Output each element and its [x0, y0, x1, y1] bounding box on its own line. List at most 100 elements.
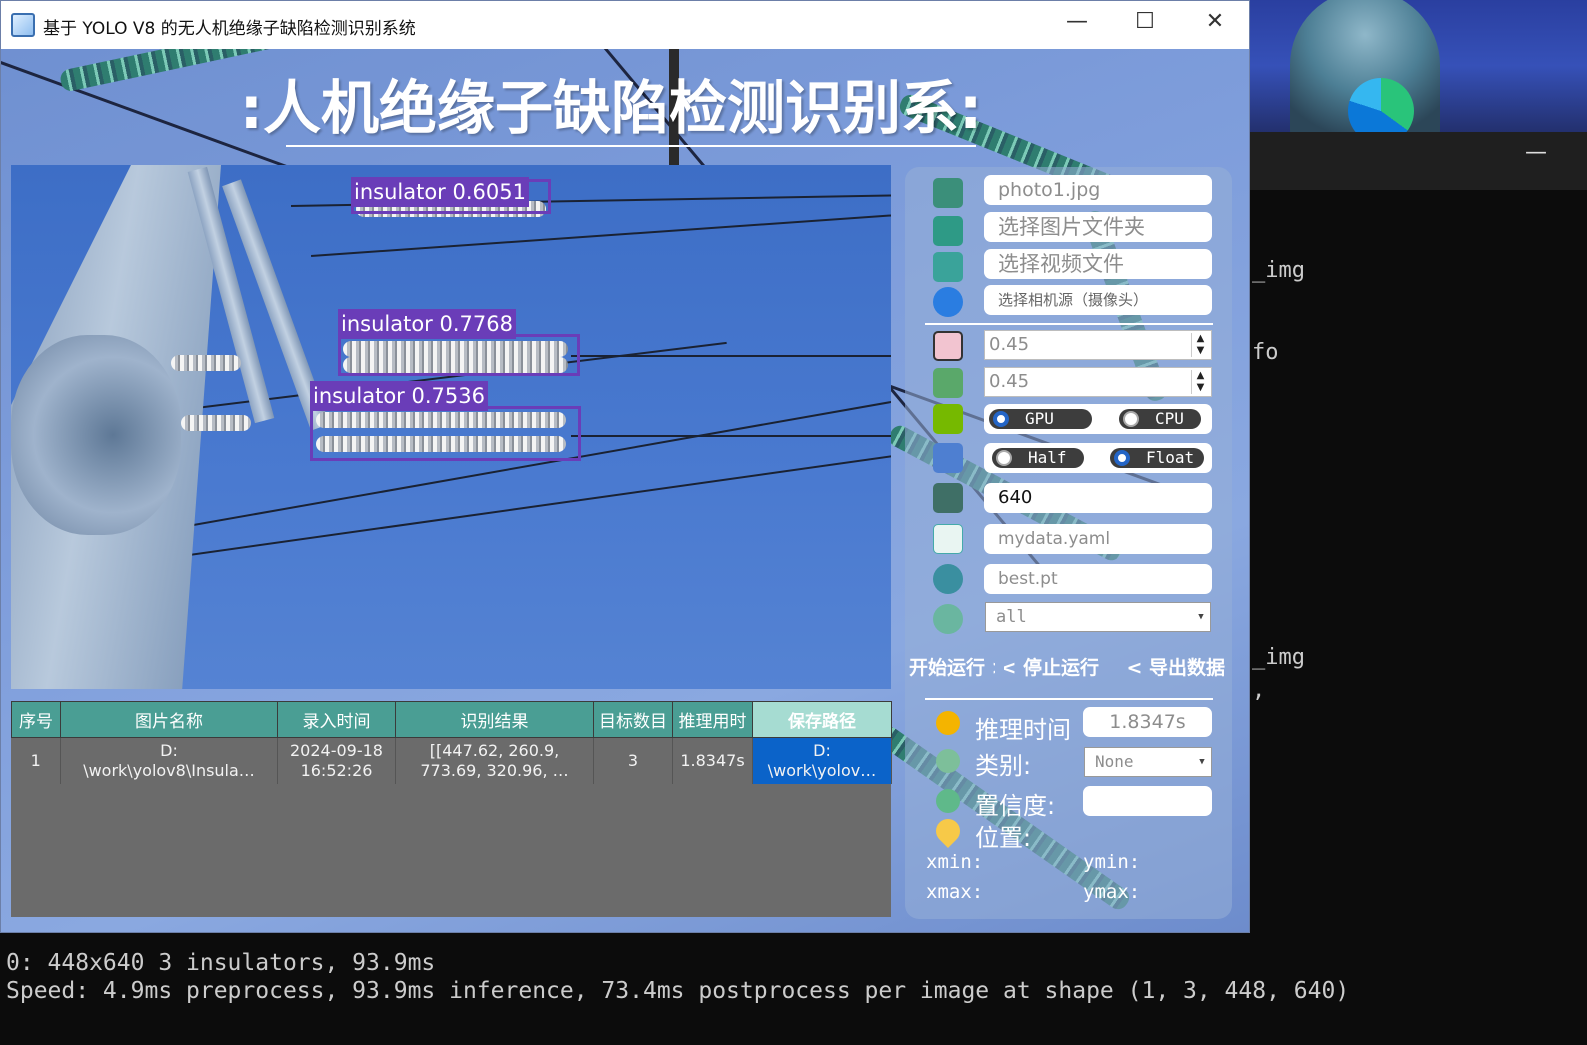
ymax-label: ymax: [1083, 881, 1141, 903]
infer-time-value: 1.8347s [1083, 707, 1212, 737]
power-line [111, 450, 891, 567]
spin-arrows-icon[interactable]: ▲ ▼ [1191, 370, 1209, 394]
tower-ring [11, 335, 181, 535]
class-label: 类别: [975, 752, 1032, 780]
confidence-spinbox[interactable]: 0.45 ▲ ▼ [984, 330, 1212, 360]
precision-selector: Half Float [984, 443, 1212, 473]
gpu-option[interactable]: GPU [989, 409, 1092, 429]
section-divider [925, 698, 1213, 700]
table-header-row: 序号 图片名称 录入时间 识别结果 目标数目 推理用时 保存路径 [11, 701, 892, 738]
folder-icon[interactable] [933, 216, 963, 246]
position-label: 位置: [975, 824, 1032, 852]
cell-text: \work\yolov8\Insula… [83, 760, 255, 780]
minimize-button[interactable]: — [1057, 9, 1097, 34]
column-header[interactable]: 目标数目 [593, 701, 673, 738]
cell-index[interactable]: 1 [11, 737, 61, 784]
half-label: Half [1028, 448, 1067, 467]
column-header[interactable]: 录入时间 [277, 701, 396, 738]
confidence-value: 0.45 [989, 334, 1030, 355]
cell-result[interactable]: [[447.62, 260.9, 773.69, 320.96, … [395, 737, 594, 784]
terminal-text: _img [1252, 258, 1305, 283]
yaml-icon [933, 524, 963, 554]
clock-icon [936, 711, 960, 735]
image-folder-input[interactable]: 选择图片文件夹 [984, 212, 1212, 242]
ymin-label: ymin: [1083, 851, 1141, 873]
radio-selected-icon[interactable] [993, 411, 1009, 427]
infer-time-label: 推理时间 [975, 716, 1071, 744]
cell-infer-time[interactable]: 1.8347s [672, 737, 753, 784]
cell-save-path[interactable]: D: \work\yolov… [752, 737, 892, 784]
window-titlebar: 基于 YOLO V8 的无人机绝缘子缺陷检测识别系统 — ☐ ✕ [1, 1, 1249, 49]
detection-image-view: insulator 0.6051 insulator 0.7768 insula… [11, 165, 891, 689]
results-table: 序号 图片名称 录入时间 识别结果 目标数目 推理用时 保存路径 1 D: \w… [11, 701, 892, 784]
image-size-input[interactable]: 640 [984, 483, 1212, 513]
cell-image-name[interactable]: D: \work\yolov8\Insula… [60, 737, 278, 784]
cell-text: 2024-09-18 [290, 740, 383, 760]
cell-time[interactable]: 2024-09-18 16:52:26 [277, 737, 396, 784]
section-divider [925, 323, 1213, 325]
cell-text: 16:52:26 [300, 760, 373, 780]
camera-source-input[interactable]: 选择相机源（摄像头） [984, 285, 1212, 315]
weights-input[interactable]: best.pt [984, 564, 1212, 594]
image-file-icon[interactable] [933, 178, 963, 208]
data-yaml-input[interactable]: mydata.yaml [984, 524, 1212, 554]
chevron-down-icon[interactable]: ▼ [1195, 752, 1209, 772]
power-line [311, 211, 891, 257]
app-header-title: :人机绝缘子缺陷检测识别系: [239, 74, 983, 141]
precision-icon [933, 443, 963, 473]
video-file-input[interactable]: 选择视频文件 [984, 249, 1212, 279]
camera-icon[interactable] [933, 287, 963, 317]
detection-label: insulator 0.7536 [310, 381, 488, 411]
close-button[interactable]: ✕ [1195, 9, 1235, 34]
detection-box: insulator 0.7768 [338, 309, 580, 376]
confidence-badge-icon [936, 789, 960, 813]
confidence-label: 置信度: [975, 792, 1056, 820]
insulator-string [181, 415, 251, 431]
confidence-icon [933, 331, 963, 361]
image-size-icon [933, 483, 963, 513]
class-icon [936, 749, 960, 773]
column-header[interactable]: 推理用时 [672, 701, 753, 738]
iou-spinbox[interactable]: 0.45 ▲ ▼ [984, 367, 1212, 397]
confidence-value-field [1083, 786, 1212, 816]
header-divider [286, 145, 976, 147]
column-header[interactable]: 保存路径 [752, 701, 892, 738]
radio-unselected-icon[interactable] [1123, 411, 1139, 427]
app-icon [11, 13, 35, 37]
half-option[interactable]: Half [992, 448, 1084, 468]
spin-arrows-icon[interactable]: ▲ ▼ [1191, 333, 1209, 357]
radio-selected-icon[interactable] [1114, 450, 1130, 466]
maximize-button[interactable]: ☐ [1125, 9, 1165, 34]
detection-box: insulator 0.6051 [351, 177, 551, 214]
window-title: 基于 YOLO V8 的无人机绝缘子缺陷检测识别系统 [43, 19, 416, 39]
radio-unselected-icon[interactable] [996, 450, 1012, 466]
class-filter-select[interactable]: all ▼ [985, 602, 1211, 632]
column-header[interactable]: 序号 [11, 701, 61, 738]
cell-text: \work\yolov… [767, 760, 877, 780]
export-button[interactable]: 导出数据 > [1107, 653, 1225, 679]
video-icon[interactable] [933, 252, 963, 282]
cpu-option[interactable]: CPU [1119, 409, 1201, 429]
column-header[interactable]: 识别结果 [395, 701, 594, 738]
xmax-label: xmax: [926, 881, 984, 903]
terminal-log-line: 0: 448x640 3 insulators, 93.9ms [6, 950, 436, 976]
class-select[interactable]: None ▼ [1084, 747, 1212, 777]
terminal-minimize-button[interactable]: — [1525, 140, 1547, 165]
cell-count[interactable]: 3 [593, 737, 673, 784]
terminal-log-line: Speed: 4.9ms preprocess, 93.9ms inferenc… [6, 978, 1350, 1004]
table-row[interactable]: 1 D: \work\yolov8\Insula… 2024-09-18 16:… [11, 737, 892, 784]
terminal-titlebar: — [1250, 132, 1587, 190]
class-filter-value: all [996, 607, 1027, 627]
start-button[interactable]: 开始运行 > [909, 653, 995, 679]
cpu-label: CPU [1155, 409, 1184, 428]
image-file-input[interactable]: photo1.jpg [984, 175, 1212, 205]
desktop-wallpaper [1250, 0, 1587, 132]
cell-text: D: [160, 740, 178, 760]
gpu-label: GPU [1025, 409, 1054, 428]
stop-button[interactable]: 停止运行 > [1004, 653, 1099, 679]
terminal-text: _img [1252, 645, 1305, 670]
chevron-down-icon[interactable]: ▼ [1194, 607, 1208, 627]
float-option[interactable]: Float [1110, 448, 1204, 468]
cell-text: D: [813, 740, 831, 760]
column-header[interactable]: 图片名称 [60, 701, 278, 738]
